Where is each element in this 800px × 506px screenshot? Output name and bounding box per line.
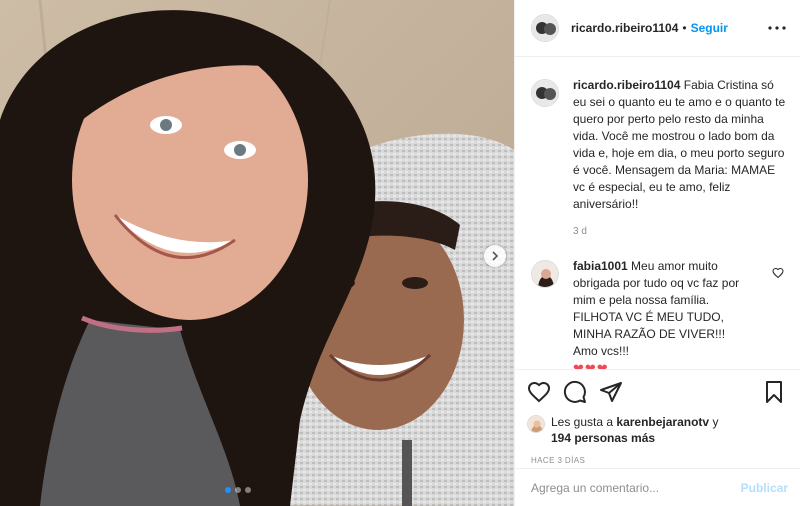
author-avatar[interactable] <box>531 14 559 42</box>
like-button[interactable] <box>527 380 551 404</box>
post-photo[interactable] <box>0 0 514 506</box>
caption-text: Fabia Cristina só eu sei o quanto eu te … <box>573 78 786 211</box>
paper-plane-icon <box>600 382 622 402</box>
comment-item: fabia1001 Meu amor muito obrigada por tu… <box>531 258 786 369</box>
liker-username[interactable]: karenbejaranotv <box>616 415 709 429</box>
instagram-post: ricardo.ribeiro1104 • Seguir ricardo.rib… <box>0 0 800 506</box>
commenter-username[interactable]: fabia1001 <box>573 259 628 273</box>
avatar-image <box>528 416 544 432</box>
bookmark-icon <box>766 381 782 403</box>
post-side-panel: ricardo.ribeiro1104 • Seguir ricardo.rib… <box>514 0 800 506</box>
share-button[interactable] <box>599 380 623 404</box>
carousel-dot <box>225 487 231 493</box>
heart-outline-icon <box>772 267 784 279</box>
comment-hearts: ❤❤❤ <box>573 361 609 369</box>
likes-count[interactable]: 194 personas más <box>551 431 655 445</box>
carousel-dot <box>245 487 251 493</box>
comment-text-line: Amo vcs!!! <box>573 344 630 358</box>
likes-connector: y <box>712 415 719 429</box>
comment-text-line: FILHOTA VC É MEU TUDO, MINHA RAZÃO DE VI… <box>573 310 726 341</box>
add-comment-bar: Publicar <box>515 468 800 506</box>
author-username[interactable]: ricardo.ribeiro1104 <box>571 21 678 35</box>
likes-summary: Les gusta a karenbejaranotv y 194 person… <box>527 414 786 446</box>
comment-input[interactable] <box>529 479 741 496</box>
avatar-image <box>532 15 558 41</box>
separator-dot: • <box>682 21 687 35</box>
comment-bubble-icon <box>563 380 586 403</box>
caption-time[interactable]: 3 d <box>573 223 786 240</box>
likes-prefix: Les gusta a <box>551 415 614 429</box>
comments-section: ricardo.ribeiro1104 Fabia Cristina só eu… <box>515 57 800 369</box>
post-actions: Les gusta a karenbejaranotv y 194 person… <box>515 369 800 466</box>
avatar-image <box>532 261 558 287</box>
comment-like-button[interactable] <box>772 266 786 369</box>
post-header: ricardo.ribeiro1104 • Seguir <box>515 0 800 57</box>
follow-button[interactable]: Seguir <box>691 21 728 35</box>
comment-button[interactable] <box>563 380 587 404</box>
avatar-image <box>532 80 558 106</box>
save-button[interactable] <box>762 380 786 404</box>
commenter-avatar[interactable] <box>531 260 559 288</box>
publish-button[interactable]: Publicar <box>741 481 788 495</box>
carousel-dot <box>235 487 241 493</box>
more-options-button[interactable] <box>768 26 786 30</box>
chevron-right-icon <box>492 251 499 261</box>
carousel-next-button[interactable] <box>484 245 506 267</box>
heart-icon <box>527 381 551 403</box>
more-horizontal-icon <box>768 26 786 30</box>
liker-avatar[interactable] <box>527 415 545 433</box>
caption-username[interactable]: ricardo.ribeiro1104 <box>573 78 680 92</box>
selfie-illustration <box>0 0 514 506</box>
posted-time[interactable]: HACE 3 DÍAS <box>531 456 786 465</box>
caption: ricardo.ribeiro1104 Fabia Cristina só eu… <box>531 77 786 240</box>
carousel-indicators <box>225 487 251 493</box>
caption-avatar[interactable] <box>531 79 559 107</box>
